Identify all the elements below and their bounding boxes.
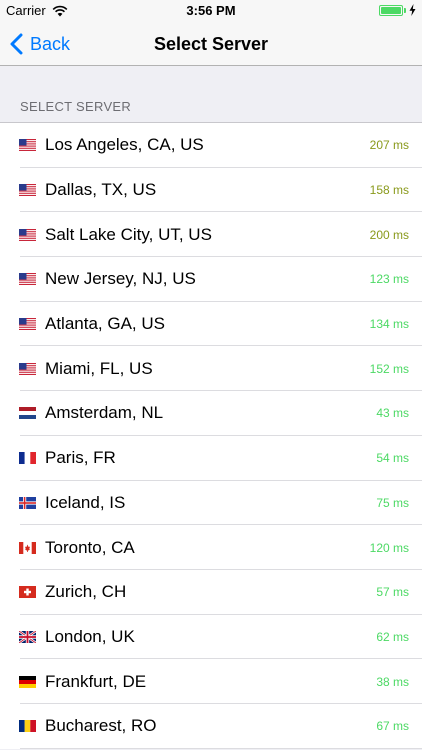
server-row[interactable]: Iceland, IS 75 ms [0,481,422,526]
server-row[interactable]: London, UK 62 ms [0,615,422,660]
server-row[interactable]: Los Angeles, CA, US 207 ms [0,123,422,168]
us-flag-icon [19,273,36,286]
battery-icon [379,4,403,16]
latency-label: 152 ms [369,361,409,376]
de-flag-icon [19,675,36,688]
latency-label: 134 ms [369,317,409,332]
latency-label: 54 ms [376,451,409,466]
status-time: 3:56 PM [186,3,236,18]
server-name: Frankfurt, DE [45,671,147,691]
server-name: Dallas, TX, US [45,180,157,200]
fr-flag-icon [19,452,36,465]
server-name: Zurich, CH [45,582,127,602]
latency-label: 200 ms [369,227,409,242]
server-name: New Jersey, NJ, US [45,269,196,289]
battery-tip [404,7,406,13]
screen: Carrier 3:56 PM Back Select Server SELEC… [0,0,422,750]
server-name: Miami, FL, US [45,358,153,378]
us-flag-icon [19,184,36,197]
nl-flag-icon [19,407,36,420]
server-row[interactable]: New Jersey, NJ, US 123 ms [0,257,422,302]
server-name: London, UK [45,626,135,646]
us-flag-icon [19,228,36,241]
server-name: Atlanta, GA, US [45,314,165,334]
charging-bolt-icon [409,4,416,16]
latency-label: 43 ms [376,406,409,421]
server-row[interactable]: Miami, FL, US 152 ms [0,346,422,391]
us-flag-icon [19,362,36,375]
us-flag-icon [19,318,36,331]
uk-flag-icon [19,630,36,643]
server-name: Bucharest, RO [45,716,157,736]
latency-label: 38 ms [376,674,409,689]
page-title: Select Server [153,34,269,54]
server-name: Los Angeles, CA, US [45,135,204,155]
latency-label: 75 ms [376,495,409,510]
ch-flag-icon [19,586,36,599]
server-row[interactable]: Frankfurt, DE 38 ms [0,659,422,704]
navigation-bar: Back Select Server [0,22,422,66]
server-row[interactable]: Amsterdam, NL 43 ms [0,391,422,436]
is-flag-icon [19,496,36,509]
server-row[interactable]: Paris, FR 54 ms [0,436,422,481]
server-name: Toronto, CA [45,537,135,557]
server-name: Amsterdam, NL [45,403,164,423]
latency-label: 207 ms [369,138,409,153]
ro-flag-icon [19,720,36,733]
server-name: Paris, FR [45,448,116,468]
server-name: Salt Lake City, UT, US [45,224,212,244]
latency-label: 67 ms [376,719,409,734]
latency-label: 120 ms [369,540,409,555]
server-row[interactable]: Zurich, CH 57 ms [0,570,422,615]
server-row[interactable]: Toronto, CA 120 ms [0,525,422,570]
latency-label: 57 ms [376,585,409,600]
latency-label: 158 ms [369,183,409,198]
latency-label: 123 ms [369,272,409,287]
status-bar: Carrier 3:56 PM [0,0,422,22]
battery-fill [381,6,401,14]
server-row[interactable]: Bucharest, RO 67 ms [0,704,422,749]
server-row[interactable]: Atlanta, GA, US 134 ms [0,302,422,347]
server-row[interactable]: Dallas, TX, US 158 ms [0,168,422,213]
server-row[interactable]: Salt Lake City, UT, US 200 ms [0,212,422,257]
section-header: SELECT SERVER [20,99,132,114]
server-name: Iceland, IS [45,492,126,512]
server-list: Los Angeles, CA, US 207 ms Dallas, TX, US 1… [0,122,422,749]
status-right [379,4,416,16]
latency-label: 62 ms [376,629,409,644]
us-flag-icon [19,139,36,152]
ca-flag-icon [19,541,36,554]
